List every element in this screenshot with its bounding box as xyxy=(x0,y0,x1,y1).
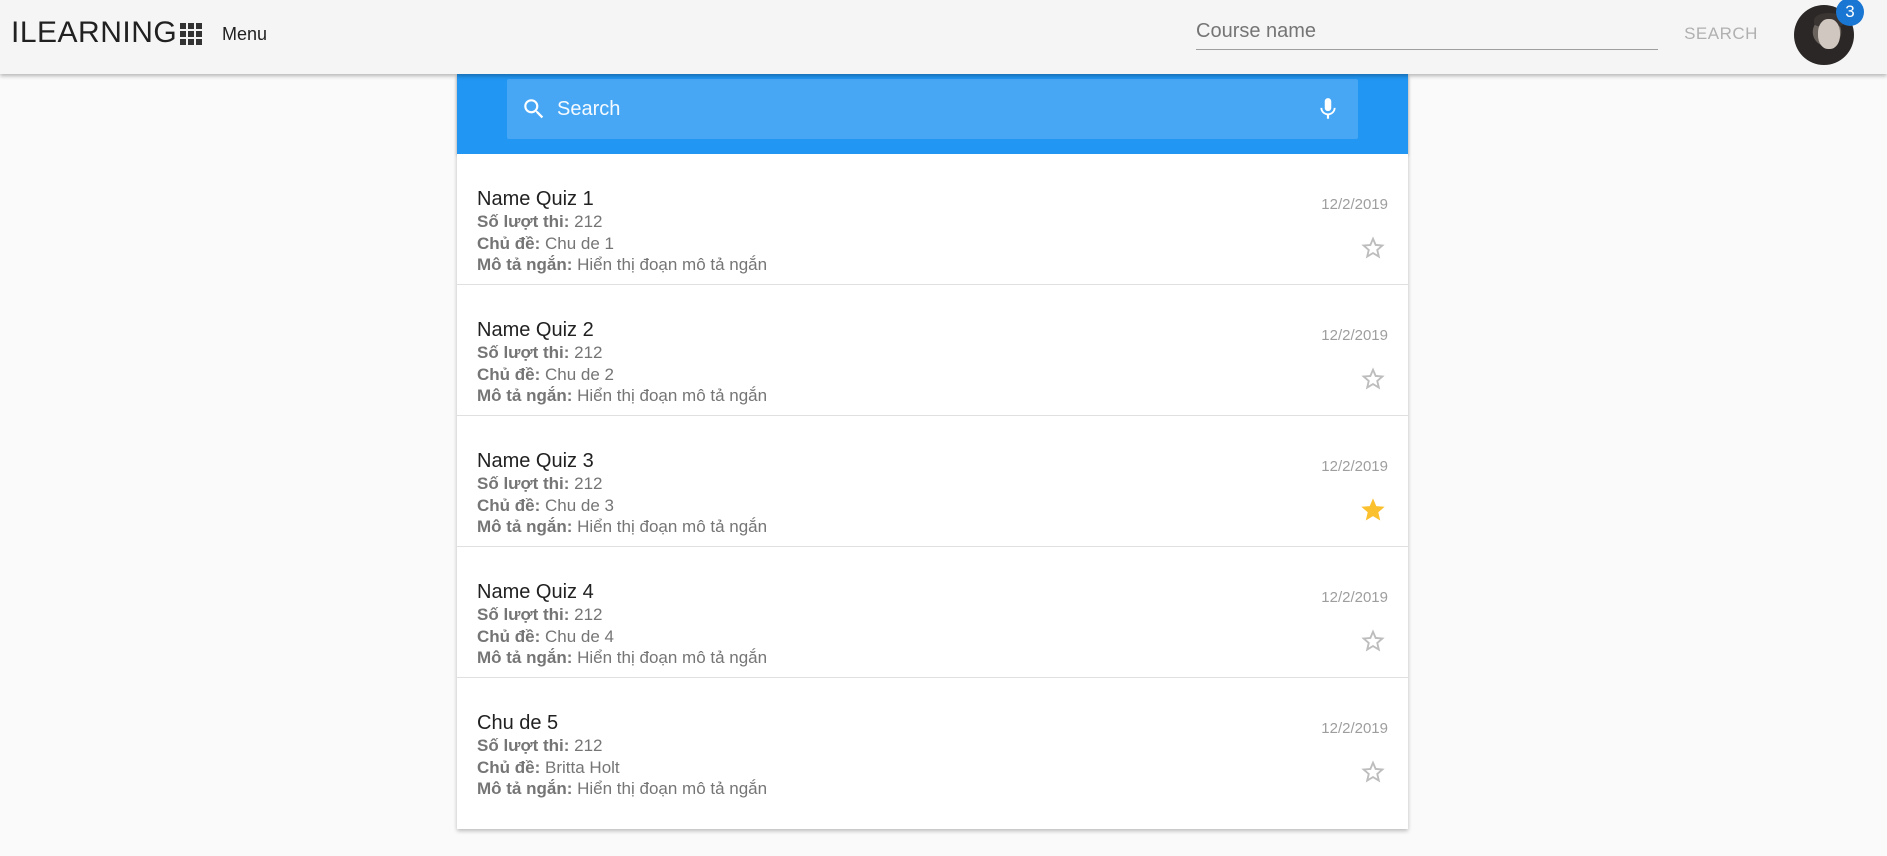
description-label: Mô tả ngắn: xyxy=(477,779,573,798)
quiz-description: Mô tả ngắn: Hiển thị đoạn mô tả ngắn xyxy=(477,255,767,275)
topic-label: Chủ đề: xyxy=(477,496,541,515)
quiz-attempts: Số lượt thi: 212 xyxy=(477,343,603,363)
description-label: Mô tả ngắn: xyxy=(477,517,573,536)
attempts-label: Số lượt thi: xyxy=(477,605,570,624)
quiz-date: 12/2/2019 xyxy=(1321,589,1388,606)
quiz-panel: Name Quiz 1 Số lượt thi: 212 Chủ đề: Chu… xyxy=(457,74,1408,829)
quiz-list: Name Quiz 1 Số lượt thi: 212 Chủ đề: Chu… xyxy=(457,154,1408,809)
quiz-title: Name Quiz 4 xyxy=(477,581,594,603)
quiz-description: Mô tả ngắn: Hiển thị đoạn mô tả ngắn xyxy=(477,517,767,537)
topic-value: Chu de 2 xyxy=(545,365,615,384)
star-filled-icon[interactable] xyxy=(1359,496,1387,524)
quiz-title: Name Quiz 2 xyxy=(477,319,594,341)
attempts-value: 212 xyxy=(574,736,603,755)
quiz-topic: Chủ đề: Chu de 3 xyxy=(477,496,614,516)
quiz-title: Name Quiz 1 xyxy=(477,188,594,210)
description-label: Mô tả ngắn: xyxy=(477,648,573,667)
top-app-bar: ILEARNING Menu SEARCH 3 xyxy=(0,0,1887,74)
quiz-topic: Chủ đề: Chu de 2 xyxy=(477,365,614,385)
description-label: Mô tả ngắn: xyxy=(477,386,573,405)
quiz-attempts: Số lượt thi: 212 xyxy=(477,474,603,494)
quiz-search-input[interactable] xyxy=(557,93,1297,125)
quiz-topic: Chủ đề: Britta Holt xyxy=(477,758,620,778)
description-value: Hiển thị đoạn mô tả ngắn xyxy=(577,648,768,667)
description-label: Mô tả ngắn: xyxy=(477,255,573,274)
quiz-item[interactable]: Name Quiz 1 Số lượt thi: 212 Chủ đề: Chu… xyxy=(457,154,1408,285)
course-search-button[interactable]: SEARCH xyxy=(1676,22,1766,46)
quiz-attempts: Số lượt thi: 212 xyxy=(477,212,603,232)
attempts-label: Số lượt thi: xyxy=(477,343,570,362)
attempts-value: 212 xyxy=(574,212,603,231)
quiz-topic: Chủ đề: Chu de 1 xyxy=(477,234,614,254)
attempts-label: Số lượt thi: xyxy=(477,474,570,493)
attempts-value: 212 xyxy=(574,605,603,624)
topic-value: Chu de 4 xyxy=(545,627,615,646)
quiz-item[interactable]: Name Quiz 3 Số lượt thi: 212 Chủ đề: Chu… xyxy=(457,416,1408,547)
description-value: Hiển thị đoạn mô tả ngắn xyxy=(577,255,768,274)
attempts-label: Số lượt thi: xyxy=(477,212,570,231)
quiz-date: 12/2/2019 xyxy=(1321,327,1388,344)
mic-icon[interactable] xyxy=(1315,96,1341,122)
topic-label: Chủ đề: xyxy=(477,627,541,646)
search-box[interactable] xyxy=(507,79,1358,139)
description-value: Hiển thị đoạn mô tả ngắn xyxy=(577,386,768,405)
menu-button[interactable]: Menu xyxy=(222,24,267,45)
description-value: Hiển thị đoạn mô tả ngắn xyxy=(577,517,768,536)
attempts-value: 212 xyxy=(574,474,603,493)
quiz-attempts: Số lượt thi: 212 xyxy=(477,605,603,625)
quiz-attempts: Số lượt thi: 212 xyxy=(477,736,603,756)
star-outline-icon[interactable] xyxy=(1359,365,1387,393)
quiz-date: 12/2/2019 xyxy=(1321,196,1388,213)
attempts-value: 212 xyxy=(574,343,603,362)
description-value: Hiển thị đoạn mô tả ngắn xyxy=(577,779,768,798)
search-icon xyxy=(524,99,544,119)
quiz-item[interactable]: Chu de 5 Số lượt thi: 212 Chủ đề: Britta… xyxy=(457,678,1408,809)
avatar-face xyxy=(1818,19,1840,49)
topic-value: Britta Holt xyxy=(545,758,620,777)
search-toolbar xyxy=(457,74,1408,154)
topic-value: Chu de 3 xyxy=(545,496,615,515)
topic-label: Chủ đề: xyxy=(477,758,541,777)
quiz-description: Mô tả ngắn: Hiển thị đoạn mô tả ngắn xyxy=(477,779,767,799)
star-outline-icon[interactable] xyxy=(1359,627,1387,655)
quiz-item[interactable]: Name Quiz 2 Số lượt thi: 212 Chủ đề: Chu… xyxy=(457,285,1408,416)
star-outline-icon[interactable] xyxy=(1359,234,1387,262)
quiz-item[interactable]: Name Quiz 4 Số lượt thi: 212 Chủ đề: Chu… xyxy=(457,547,1408,678)
attempts-label: Số lượt thi: xyxy=(477,736,570,755)
star-outline-icon[interactable] xyxy=(1359,758,1387,786)
quiz-date: 12/2/2019 xyxy=(1321,458,1388,475)
course-name-input[interactable] xyxy=(1196,14,1658,50)
apps-grid-icon[interactable] xyxy=(180,23,202,45)
topic-label: Chủ đề: xyxy=(477,365,541,384)
notification-badge[interactable]: 3 xyxy=(1836,0,1864,26)
quiz-description: Mô tả ngắn: Hiển thị đoạn mô tả ngắn xyxy=(477,648,767,668)
quiz-description: Mô tả ngắn: Hiển thị đoạn mô tả ngắn xyxy=(477,386,767,406)
quiz-title: Chu de 5 xyxy=(477,712,559,734)
topic-value: Chu de 1 xyxy=(545,234,615,253)
brand-title[interactable]: ILEARNING xyxy=(11,16,177,50)
quiz-topic: Chủ đề: Chu de 4 xyxy=(477,627,614,647)
quiz-title: Name Quiz 3 xyxy=(477,450,594,472)
topic-label: Chủ đề: xyxy=(477,234,541,253)
quiz-date: 12/2/2019 xyxy=(1321,720,1388,737)
